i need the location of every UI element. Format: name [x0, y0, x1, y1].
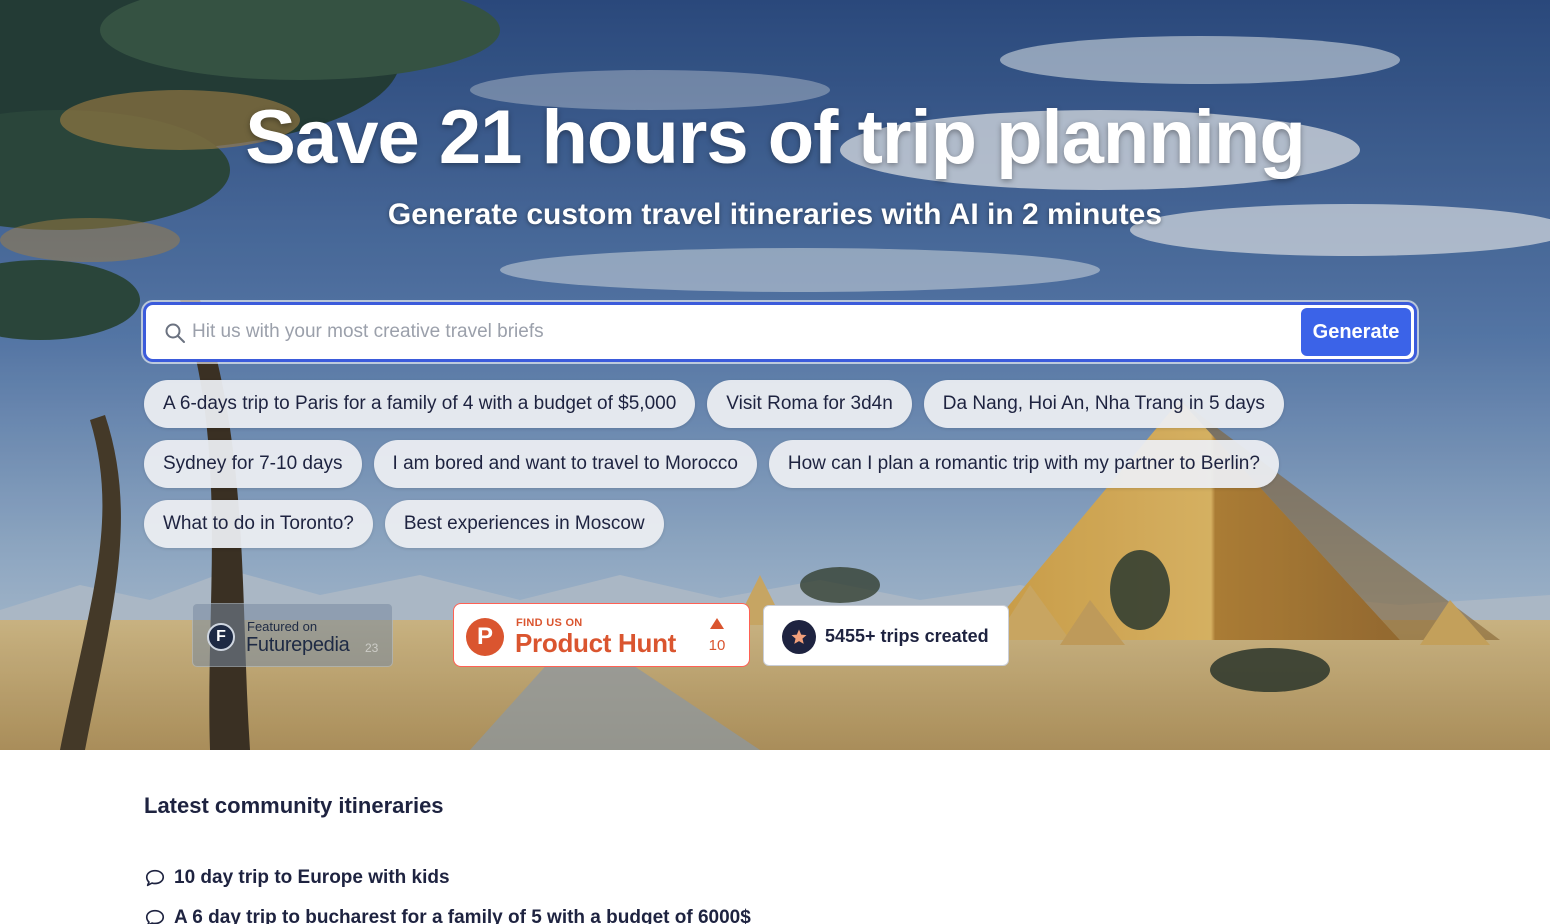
page-title: Save 21 hours of trip planning: [245, 95, 1306, 180]
suggestion-chip[interactable]: Sydney for 7-10 days: [144, 440, 362, 488]
suggestion-chips: A 6-days trip to Paris for a family of 4…: [144, 380, 1414, 560]
suggestion-row: A 6-days trip to Paris for a family of 4…: [144, 380, 1414, 428]
producthunt-votes: 10: [708, 637, 726, 654]
suggestion-row: Sydney for 7-10 days I am bored and want…: [144, 440, 1414, 488]
suggestion-chip[interactable]: I am bored and want to travel to Morocco: [373, 440, 757, 488]
suggestion-chip[interactable]: Best experiences in Moscow: [384, 500, 664, 548]
chat-bubble-icon: [145, 909, 165, 924]
producthunt-logo-icon: P: [466, 618, 504, 656]
search-input[interactable]: [192, 311, 1292, 353]
hero-section: Save 21 hours of trip planning Generate …: [0, 0, 1550, 750]
upvote-arrow-icon: [710, 618, 724, 629]
futurepedia-featured-label: Featured on: [247, 619, 318, 634]
page-subtitle: Generate custom travel itineraries with …: [387, 198, 1163, 231]
suggestion-chip[interactable]: How can I plan a romantic trip with my p…: [768, 440, 1279, 488]
star-icon: [782, 620, 816, 654]
producthunt-badge[interactable]: P FIND US ON Product Hunt 10: [453, 603, 750, 667]
search-icon: [165, 323, 185, 343]
community-itinerary-item[interactable]: 10 day trip to Europe with kids: [144, 867, 450, 889]
itinerary-title: A 6 day trip to bucharest for a family o…: [174, 907, 751, 924]
producthunt-name: Product Hunt: [515, 628, 677, 658]
suggestion-chip[interactable]: Da Nang, Hoi An, Nha Trang in 5 days: [923, 380, 1284, 428]
search-bar: Generate: [143, 302, 1417, 362]
community-itinerary-item[interactable]: A 6 day trip to bucharest for a family o…: [144, 907, 751, 924]
chat-bubble-icon: [145, 869, 165, 887]
itinerary-title: 10 day trip to Europe with kids: [174, 867, 450, 888]
suggestion-chip[interactable]: What to do in Toronto?: [144, 500, 373, 548]
futurepedia-logo-icon: F: [207, 623, 235, 651]
generate-button[interactable]: Generate: [1301, 308, 1411, 356]
futurepedia-count: 23: [365, 641, 379, 655]
suggestion-chip[interactable]: A 6-days trip to Paris for a family of 4…: [144, 380, 696, 428]
suggestion-row: What to do in Toronto? Best experiences …: [144, 500, 1414, 548]
futurepedia-name: Futurepedia: [246, 634, 350, 656]
trips-created-text: 5455+ trips created: [825, 626, 989, 646]
suggestion-chip[interactable]: Visit Roma for 3d4n: [707, 380, 912, 428]
trips-created-badge: 5455+ trips created: [763, 605, 1009, 666]
futurepedia-badge[interactable]: F Featured on Futurepedia 23: [192, 603, 393, 667]
community-section-title: Latest community itineraries: [144, 793, 444, 818]
